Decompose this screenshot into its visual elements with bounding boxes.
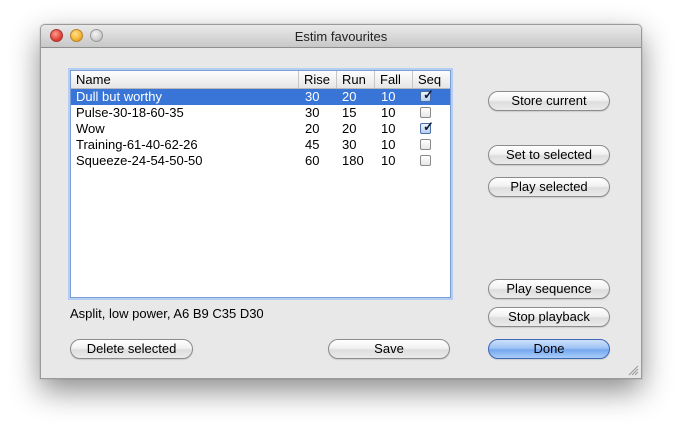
row-name: Squeeze-24-54-50-50 <box>76 153 203 168</box>
row-run: 20 <box>342 121 357 136</box>
row-name: Training-61-40-62-26 <box>76 137 198 152</box>
favourites-table[interactable]: Name Rise Run Fall Seq Dull but worthy 3… <box>70 70 451 298</box>
row-name: Pulse-30-18-60-35 <box>76 105 184 120</box>
window-title: Estim favourites <box>294 29 388 44</box>
table-row[interactable]: Dull but worthy 30 20 10 ✓ <box>71 87 450 105</box>
row-rise: 30 <box>305 105 320 120</box>
column-header-rise[interactable]: Rise <box>304 72 330 88</box>
column-header-run[interactable]: Run <box>342 72 366 88</box>
table-row[interactable]: Training-61-40-62-26 45 30 10 ✓ <box>71 137 450 153</box>
row-rise: 60 <box>305 153 320 168</box>
play-sequence-button[interactable]: Play sequence <box>488 279 610 299</box>
row-fall: 10 <box>381 153 396 168</box>
store-current-button[interactable]: Store current <box>488 91 610 111</box>
table-row[interactable]: Pulse-30-18-60-35 30 15 10 ✓ <box>71 105 450 121</box>
row-run: 15 <box>342 105 357 120</box>
stop-playback-button[interactable]: Stop playback <box>488 307 610 327</box>
title-bar[interactable]: Estim favourites <box>41 25 641 48</box>
table-row[interactable]: Squeeze-24-54-50-50 60 180 10 ✓ <box>71 153 450 169</box>
status-text: Asplit, low power, A6 B9 C35 D30 <box>70 306 264 321</box>
table-row[interactable]: Wow 20 20 10 ✓ <box>71 119 450 137</box>
seq-checkbox[interactable]: ✓ <box>420 139 431 150</box>
delete-selected-button[interactable]: Delete selected <box>70 339 193 359</box>
set-to-selected-button[interactable]: Set to selected <box>488 145 610 165</box>
checkmark-icon: ✓ <box>423 87 434 102</box>
row-rise: 20 <box>305 121 320 136</box>
column-divider <box>374 71 375 88</box>
row-rise: 30 <box>305 89 320 104</box>
row-name: Dull but worthy <box>76 89 162 104</box>
row-fall: 10 <box>381 137 396 152</box>
column-divider <box>336 71 337 88</box>
column-header-fall[interactable]: Fall <box>380 72 401 88</box>
favourites-window: Estim favourites Name Rise Run Fall Seq … <box>40 24 642 379</box>
row-fall: 10 <box>381 89 396 104</box>
row-fall: 10 <box>381 105 396 120</box>
save-button[interactable]: Save <box>328 339 450 359</box>
row-fall: 10 <box>381 121 396 136</box>
column-divider <box>298 71 299 88</box>
row-rise: 45 <box>305 137 320 152</box>
column-header-seq[interactable]: Seq <box>418 72 441 88</box>
column-divider <box>412 71 413 88</box>
resize-grip-icon[interactable] <box>628 365 639 376</box>
checkmark-icon: ✓ <box>423 119 434 134</box>
seq-checkbox[interactable]: ✓ <box>420 107 431 118</box>
done-button[interactable]: Done <box>488 339 610 359</box>
row-run: 20 <box>342 89 357 104</box>
seq-checkbox[interactable]: ✓ <box>420 87 434 102</box>
row-run: 30 <box>342 137 357 152</box>
column-header-name[interactable]: Name <box>76 72 111 88</box>
row-run: 180 <box>342 153 364 168</box>
table-header: Name Rise Run Fall Seq <box>71 71 450 89</box>
play-selected-button[interactable]: Play selected <box>488 177 610 197</box>
seq-checkbox[interactable]: ✓ <box>420 155 431 166</box>
row-name: Wow <box>76 121 105 136</box>
seq-checkbox[interactable]: ✓ <box>420 119 434 134</box>
